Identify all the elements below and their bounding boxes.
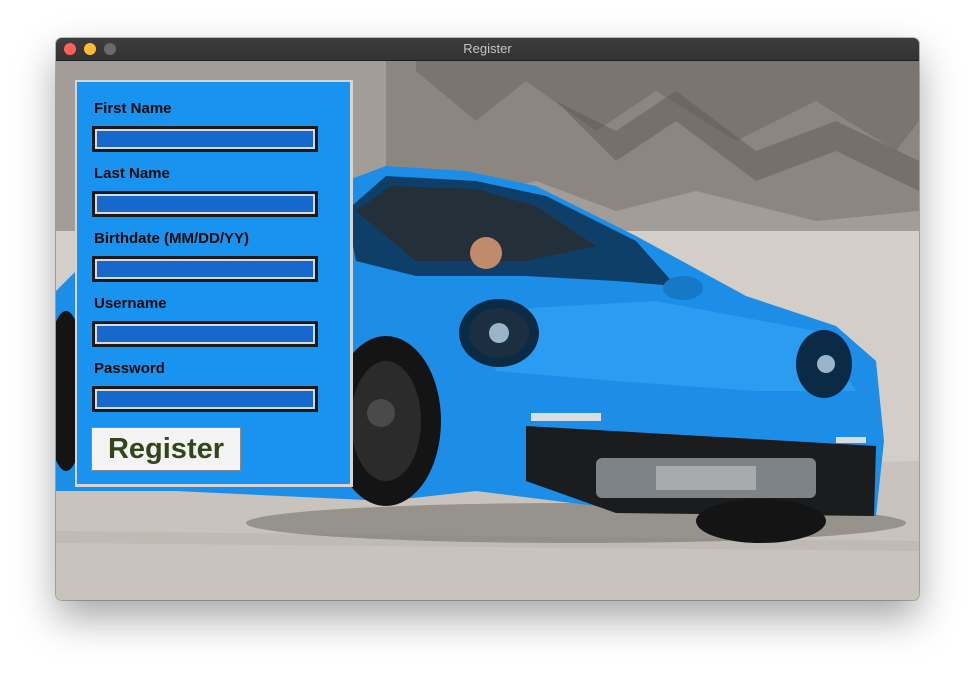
password-label: Password	[94, 360, 165, 377]
username-label: Username	[94, 295, 167, 312]
register-button[interactable]: Register	[91, 427, 241, 471]
first-name-input[interactable]	[92, 126, 318, 152]
window-content: First Name Last Name Birthdate (MM/DD/YY…	[56, 61, 919, 600]
window-title: Register	[463, 41, 512, 56]
last-name-label: Last Name	[94, 165, 170, 182]
password-input[interactable]	[92, 386, 318, 412]
registration-form: First Name Last Name Birthdate (MM/DD/YY…	[75, 80, 353, 487]
title-bar[interactable]: Register	[56, 38, 919, 61]
first-name-label: First Name	[94, 100, 172, 117]
birthdate-input[interactable]	[92, 256, 318, 282]
username-input[interactable]	[92, 321, 318, 347]
last-name-input[interactable]	[92, 191, 318, 217]
register-window: Register First Name Last Name Birthdate …	[56, 38, 919, 600]
birthdate-label: Birthdate (MM/DD/YY)	[94, 230, 249, 247]
